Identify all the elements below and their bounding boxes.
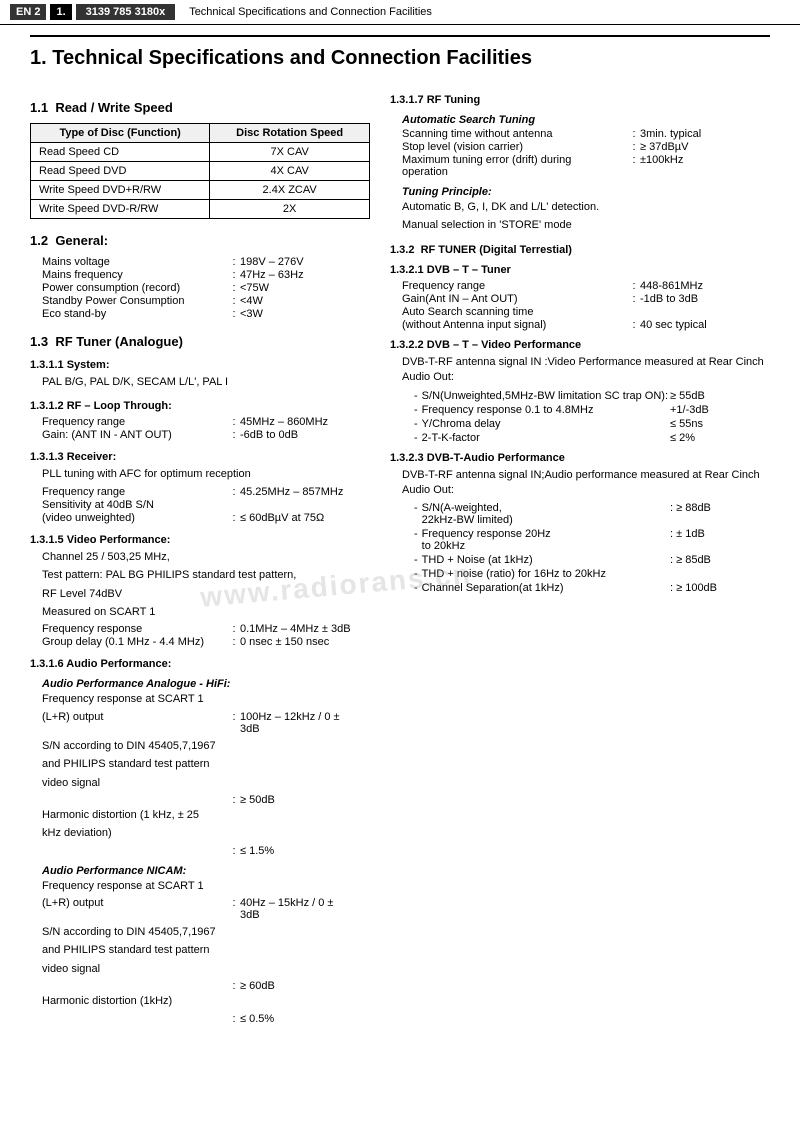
spec-power-record: Power consumption (record) : <75W [42, 282, 370, 294]
sub-section-1-3-2: 1.3.2 RF TUNER (Digital Terrestial) [390, 244, 770, 256]
dvb-t-video-bullets: - S/N(Unweighted,5MHz-BW limitation SC t… [414, 390, 770, 444]
dvb-t-tuner-specs: Frequency range : 448-861MHz Gain(Ant IN… [402, 280, 770, 331]
spec-lr-output-nicam: (L+R) output : 40Hz – 15kHz / 0 ±3dB [42, 897, 370, 921]
sub-section-1-3-1-6: 1.3.1.6 Audio Performance: [30, 658, 370, 670]
sub-section-1-3-1-3: 1.3.1.3 Receiver: [30, 451, 370, 463]
sub-section-1-3-1-2: 1.3.1.2 RF – Loop Through: [30, 400, 370, 412]
bullet-sn-unweighted: - S/N(Unweighted,5MHz-BW limitation SC t… [414, 390, 770, 402]
table-row: 4X CAV [210, 162, 370, 181]
section-1-3-title: 1.3 RF Tuner (Analogue) [30, 334, 370, 349]
spec-dvbt-gain: Gain(Ant IN – Ant OUT) : -1dB to 3dB [402, 293, 770, 305]
table-row: 2X [210, 200, 370, 219]
spec-max-tuning: Maximum tuning error (drift) duringopera… [402, 154, 770, 178]
table-col1-header: Type of Disc (Function) [31, 124, 210, 143]
rf-loop-specs: Frequency range : 45MHz – 860MHz Gain: (… [42, 416, 370, 441]
read-write-speed-table: Type of Disc (Function) Disc Rotation Sp… [30, 123, 370, 219]
main-section-title: 1. Technical Specifications and Connecti… [30, 35, 770, 70]
dvb-t-video-block: DVB-T-RF antenna signal IN :Video Perfor… [402, 355, 770, 444]
header-model: 3139 785 3180x [76, 4, 176, 20]
bullet-thd-ratio: - THD + noise (ratio) for 16Hz to 20kHz [414, 568, 770, 580]
dvb-t-audio-bullets: - S/N(A-weighted,22kHz-BW limited) : ≥ 8… [414, 502, 770, 594]
spec-harmonic-nicam: : ≤ 0.5% [42, 1013, 370, 1025]
spec-dvbt-no-antenna: (without Antenna input signal) : 40 sec … [402, 319, 770, 331]
bullet-chroma-delay: - Y/Chroma delay ≤ 55ns [414, 418, 770, 430]
table-col2-header: Disc Rotation Speed [210, 124, 370, 143]
spec-mains-freq: Mains frequency : 47Hz – 63Hz [42, 269, 370, 281]
spec-group-delay: Group delay (0.1 MHz - 4.4 MHz) : 0 nsec… [42, 636, 370, 648]
sub-section-1-3-2-2: 1.3.2.2 DVB – T – Video Performance [390, 339, 770, 351]
header-bar: EN 2 1. 3139 785 3180x Technical Specifi… [0, 0, 800, 25]
system-text: PAL B/G, PAL D/K, SECAM L/L', PAL I [42, 375, 370, 390]
auto-search-title: Automatic Search Tuning [402, 114, 770, 126]
main-title-text: Technical Specifications and Connection … [52, 47, 532, 69]
spec-dvbt-freq: Frequency range : 448-861MHz [402, 280, 770, 292]
spec-sn-analogue: : ≥ 50dB [42, 794, 370, 806]
spec-standby: Standby Power Consumption : <4W [42, 295, 370, 307]
spec-lr-output-analogue: (L+R) output : 100Hz – 12kHz / 0 ±3dB [42, 711, 370, 735]
table-row: Read Speed CD [31, 143, 210, 162]
sub-section-1-3-2-3: 1.3.2.3 DVB-T-Audio Performance [390, 452, 770, 464]
table-row: 2.4X ZCAV [210, 181, 370, 200]
spec-gain-ant: Gain: (ANT IN - ANT OUT) : -6dB to 0dB [42, 429, 370, 441]
bullet-freq-response: - Frequency response 0.1 to 4.8MHz +1/-3… [414, 404, 770, 416]
audio-perf-block: Audio Performance Analogue - HiFi: Frequ… [42, 678, 370, 1024]
table-row: 7X CAV [210, 143, 370, 162]
spec-eco-standby: Eco stand-by : <3W [42, 308, 370, 320]
bullet-2t-k-factor: - 2-T-K-factor ≤ 2% [414, 432, 770, 444]
spec-sensitivity: Sensitivity at 40dB S/N [42, 499, 370, 511]
header-title: Technical Specifications and Connection … [189, 6, 432, 18]
header-num-label: 1. [50, 4, 71, 20]
dvb-t-audio-block: DVB-T-RF antenna signal IN;Audio perform… [402, 468, 770, 595]
bullet-channel-sep: - Channel Separation(at 1kHz) : ≥ 100dB [414, 582, 770, 594]
sub-section-1-3-2-1: 1.3.2.1 DVB – T – Tuner [390, 264, 770, 276]
table-row: Read Speed DVD [31, 162, 210, 181]
spec-freq-response: Frequency response : 0.1MHz – 4MHz ± 3dB [42, 623, 370, 635]
main-title-num: 1. [30, 47, 47, 69]
spec-harmonic-analogue: : ≤ 1.5% [42, 845, 370, 857]
spec-scan-time: Scanning time without antenna : 3min. ty… [402, 128, 770, 140]
spec-freq-range: Frequency range : 45MHz – 860MHz [42, 416, 370, 428]
bullet-freq-response-20hz: - Frequency response 20Hzto 20kHz : ± 1d… [414, 528, 770, 552]
section-1-1-title: 1.1 Read / Write Speed [30, 100, 370, 115]
audio-analogue-title: Audio Performance Analogue - HiFi: [42, 678, 370, 690]
spec-receiver-freq: Frequency range : 45.25MHz – 857MHz [42, 486, 370, 498]
bullet-thd-noise: - THD + Noise (at 1kHz) : ≥ 85dB [414, 554, 770, 566]
spec-dvbt-scan-time: Auto Search scanning time [402, 306, 770, 318]
header-en-label: EN 2 [10, 4, 46, 20]
spec-mains-voltage: Mains voltage : 198V – 276V [42, 256, 370, 268]
rf-tuning-block: Automatic Search Tuning Scanning time wi… [402, 114, 770, 234]
spec-stop-level: Stop level (vision carrier) : ≥ 37dBµV [402, 141, 770, 153]
right-column: 1.3.1.7 RF Tuning Automatic Search Tunin… [390, 86, 770, 1031]
section-1-2-title: 1.2 General: [30, 233, 370, 248]
spec-video-unweighted: (video unweighted) : ≤ 60dBµV at 75Ω [42, 512, 370, 524]
video-perf-specs: Channel 25 / 503,25 MHz, Test pattern: P… [42, 550, 370, 649]
tuning-principle-title: Tuning Principle: [402, 186, 770, 198]
receiver-specs: PLL tuning with AFC for optimum receptio… [42, 467, 370, 523]
sub-section-1-3-1-7: 1.3.1.7 RF Tuning [390, 94, 770, 106]
bullet-sn-aweighted: - S/N(A-weighted,22kHz-BW limited) : ≥ 8… [414, 502, 770, 526]
table-row: Write Speed DVD-R/RW [31, 200, 210, 219]
section-1-2-specs: Mains voltage : 198V – 276V Mains freque… [42, 256, 370, 320]
audio-nicam-title: Audio Performance NICAM: [42, 865, 370, 877]
sub-section-1-3-1-5: 1.3.1.5 Video Performance: [30, 534, 370, 546]
left-column: 1.1 Read / Write Speed Type of Disc (Fun… [30, 86, 370, 1031]
table-row: Write Speed DVD+R/RW [31, 181, 210, 200]
spec-sn-nicam: : ≥ 60dB [42, 980, 370, 992]
sub-section-1-3-1-1: 1.3.1.1 System: [30, 359, 370, 371]
